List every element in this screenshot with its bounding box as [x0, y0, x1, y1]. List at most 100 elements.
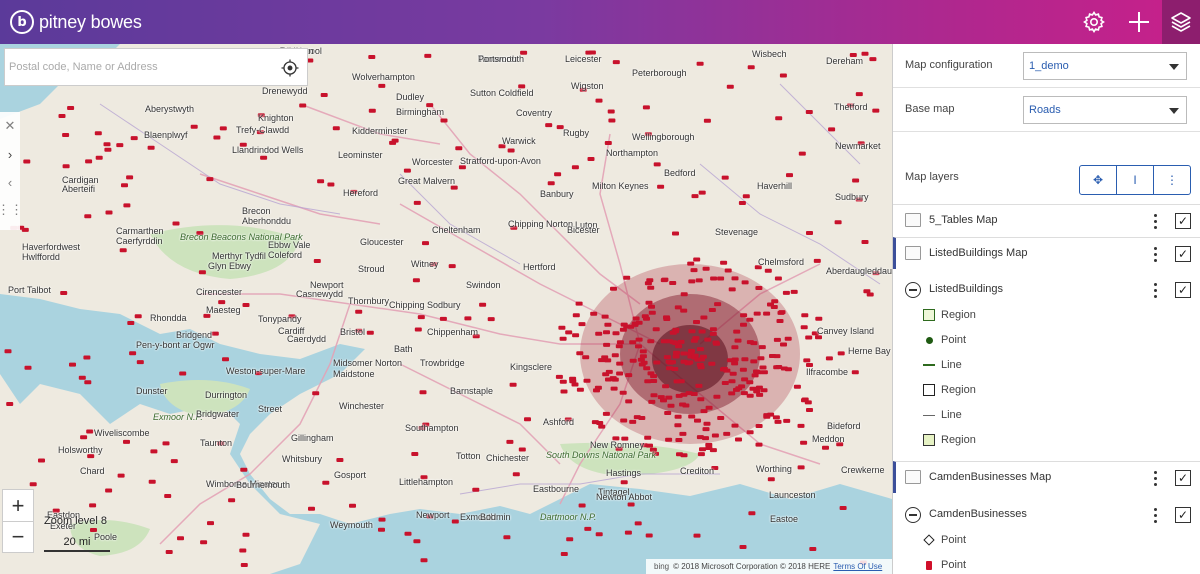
listed-building-marker[interactable] — [695, 278, 703, 283]
terms-of-use-link[interactable]: Terms Of Use — [833, 562, 882, 571]
listed-building-marker[interactable] — [757, 356, 765, 361]
listed-building-marker[interactable] — [420, 558, 428, 563]
listed-building-marker[interactable] — [711, 466, 719, 470]
listed-building-marker[interactable] — [696, 347, 704, 352]
listed-building-marker[interactable] — [83, 355, 91, 360]
listed-building-marker[interactable] — [728, 379, 736, 384]
listed-building-marker[interactable] — [604, 141, 612, 145]
listed-building-marker[interactable] — [585, 50, 593, 55]
listed-building-marker[interactable] — [714, 302, 722, 307]
listed-building-marker[interactable] — [790, 289, 798, 294]
listed-building-marker[interactable] — [632, 316, 640, 321]
listed-building-marker[interactable] — [635, 337, 643, 342]
listed-building-marker[interactable] — [800, 440, 808, 445]
listed-building-marker[interactable] — [584, 526, 592, 531]
listed-building-marker[interactable] — [123, 203, 131, 208]
listed-building-marker[interactable] — [665, 437, 673, 442]
listed-building-marker[interactable] — [704, 337, 712, 342]
listed-building-marker[interactable] — [784, 336, 792, 341]
listed-building-marker[interactable] — [702, 427, 710, 432]
listed-building-marker[interactable] — [726, 84, 734, 89]
listed-building-marker[interactable] — [116, 143, 124, 148]
listed-building-marker[interactable] — [645, 533, 653, 538]
listed-building-marker[interactable] — [121, 183, 128, 188]
listed-building-marker[interactable] — [576, 351, 584, 356]
listed-building-marker[interactable] — [696, 61, 704, 66]
layer-visibility-checkbox[interactable]: ✓ — [1175, 213, 1191, 229]
listed-building-marker[interactable] — [317, 179, 325, 184]
listed-building-marker[interactable] — [638, 362, 646, 367]
listed-building-marker[interactable] — [378, 83, 386, 88]
listed-building-marker[interactable] — [603, 342, 611, 347]
listed-building-marker[interactable] — [767, 477, 775, 482]
listed-building-marker[interactable] — [89, 503, 97, 508]
listed-building-marker[interactable] — [708, 308, 716, 312]
listed-building-marker[interactable] — [403, 168, 411, 173]
listed-building-marker[interactable] — [85, 159, 93, 164]
listed-building-marker[interactable] — [674, 423, 682, 428]
listed-building-marker[interactable] — [728, 391, 736, 396]
listed-building-marker[interactable] — [605, 377, 612, 382]
listed-building-marker[interactable] — [652, 451, 659, 456]
listed-building-marker[interactable] — [793, 384, 801, 389]
listed-building-marker[interactable] — [648, 399, 656, 404]
listed-building-marker[interactable] — [487, 317, 495, 322]
listed-building-marker[interactable] — [378, 517, 386, 522]
listed-building-marker[interactable] — [872, 108, 880, 113]
listed-building-marker[interactable] — [52, 508, 60, 513]
listed-building-marker[interactable] — [413, 539, 421, 544]
listed-building-marker[interactable] — [649, 447, 657, 452]
listed-building-marker[interactable] — [648, 304, 655, 309]
listed-building-marker[interactable] — [103, 142, 111, 147]
listed-building-marker[interactable] — [355, 328, 363, 333]
listed-building-marker[interactable] — [774, 276, 782, 281]
listed-building-marker[interactable] — [650, 393, 658, 398]
listed-building-marker[interactable] — [778, 310, 786, 315]
listed-building-marker[interactable] — [855, 197, 863, 202]
listed-building-marker[interactable] — [510, 225, 518, 230]
listed-building-marker[interactable] — [575, 301, 583, 306]
listed-building-marker[interactable] — [207, 521, 214, 526]
listed-building-marker[interactable] — [690, 268, 698, 273]
listed-building-marker[interactable] — [313, 259, 321, 263]
listed-building-marker[interactable] — [148, 479, 156, 484]
listed-building-marker[interactable] — [639, 349, 647, 354]
listed-building-marker[interactable] — [691, 194, 699, 199]
listed-building-marker[interactable] — [616, 361, 624, 366]
listed-building-marker[interactable] — [855, 92, 863, 97]
listed-building-marker[interactable] — [776, 319, 784, 323]
listed-building-marker[interactable] — [695, 383, 703, 388]
listed-building-marker[interactable] — [621, 436, 629, 441]
listed-building-marker[interactable] — [472, 487, 480, 492]
listed-building-marker[interactable] — [629, 358, 637, 363]
listed-building-marker[interactable] — [520, 50, 528, 55]
listed-building-marker[interactable] — [4, 349, 12, 354]
listed-building-marker[interactable] — [754, 265, 762, 270]
listed-building-marker[interactable] — [753, 311, 761, 316]
listed-building-marker[interactable] — [872, 271, 880, 276]
listed-building-marker[interactable] — [559, 336, 567, 341]
listed-building-marker[interactable] — [545, 123, 553, 128]
listed-building-marker[interactable] — [657, 184, 665, 189]
listed-building-marker[interactable] — [170, 459, 178, 464]
map-canvas[interactable]: WelshpoolTamworthLeicesterWisbechWolverh… — [0, 44, 892, 574]
listed-building-marker[interactable] — [740, 391, 748, 396]
listed-building-marker[interactable] — [559, 379, 567, 384]
listed-building-marker[interactable] — [697, 397, 705, 402]
listed-building-marker[interactable] — [172, 221, 180, 226]
more-vertical-icon[interactable] — [1149, 212, 1161, 230]
listed-building-marker[interactable] — [837, 351, 845, 356]
listed-building-marker[interactable] — [660, 278, 668, 283]
listed-building-marker[interactable] — [587, 157, 595, 161]
listed-building-marker[interactable] — [196, 231, 204, 236]
listed-building-marker[interactable] — [647, 339, 655, 344]
listed-building-marker[interactable] — [625, 373, 633, 378]
listed-building-marker[interactable] — [666, 339, 674, 344]
listed-building-marker[interactable] — [728, 287, 736, 292]
listed-building-marker[interactable] — [703, 118, 711, 123]
listed-building-marker[interactable] — [688, 348, 695, 353]
listed-building-marker[interactable] — [412, 278, 420, 283]
listed-building-marker[interactable] — [803, 358, 811, 363]
listed-building-marker[interactable] — [616, 340, 624, 345]
listed-building-marker[interactable] — [710, 276, 718, 281]
